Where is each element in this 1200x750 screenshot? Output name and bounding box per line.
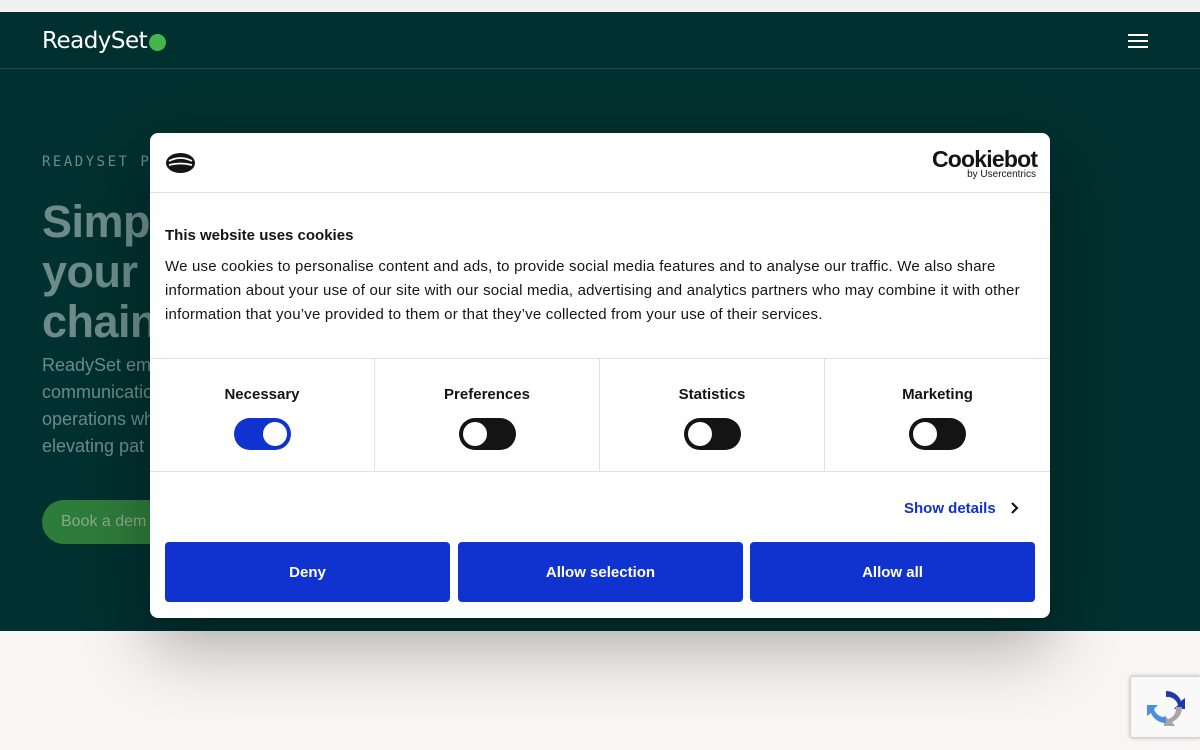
allow-all-button[interactable]: Allow all — [750, 542, 1035, 602]
show-details-label: Show details — [904, 499, 996, 517]
marketing-toggle[interactable] — [909, 418, 966, 450]
consent-categories: Necessary Preferences Statistics Marketi… — [150, 358, 1050, 472]
chevron-right-icon — [1010, 502, 1019, 514]
cookiebot-logo[interactable]: Cookiebot by Usercentrics — [932, 146, 1038, 180]
consent-label: Preferences — [444, 386, 530, 403]
dialog-body: We use cookies to personalise content an… — [165, 258, 1020, 323]
consent-category-statistics: Statistics — [600, 359, 825, 471]
top-strip — [0, 0, 1200, 12]
logo-dot-icon — [149, 33, 167, 51]
site-logo-icon — [166, 153, 195, 173]
dialog-title: This website uses cookies — [165, 227, 354, 244]
preferences-toggle[interactable] — [459, 418, 516, 450]
consent-category-preferences: Preferences — [375, 359, 600, 471]
readyset-logo[interactable]: ReadySet — [42, 28, 167, 54]
consent-category-marketing: Marketing — [825, 359, 1050, 471]
cookiebot-wordmark: Cookiebot — [932, 146, 1038, 172]
cookie-consent-dialog: Cookiebot by Usercentrics This website u… — [150, 133, 1050, 618]
allow-selection-button[interactable]: Allow selection — [458, 542, 743, 602]
navbar: ReadySet — [0, 12, 1200, 69]
hamburger-menu-icon[interactable] — [1126, 32, 1150, 50]
show-details-link[interactable]: Show details — [904, 498, 1020, 518]
consent-label: Necessary — [224, 386, 300, 403]
recaptcha-badge[interactable] — [1130, 676, 1200, 738]
necessary-toggle[interactable] — [234, 418, 291, 450]
lower-section — [0, 631, 1200, 750]
recaptcha-icon — [1146, 690, 1185, 726]
consent-label: Marketing — [902, 386, 973, 403]
logo-text: ReadySet — [42, 28, 148, 54]
dialog-header: Cookiebot by Usercentrics — [150, 133, 1050, 193]
deny-button[interactable]: Deny — [165, 542, 450, 602]
consent-category-necessary: Necessary — [150, 359, 375, 471]
consent-label: Statistics — [678, 386, 746, 403]
statistics-toggle[interactable] — [684, 418, 741, 450]
hero-eyebrow: READYSET PL — [42, 154, 163, 170]
